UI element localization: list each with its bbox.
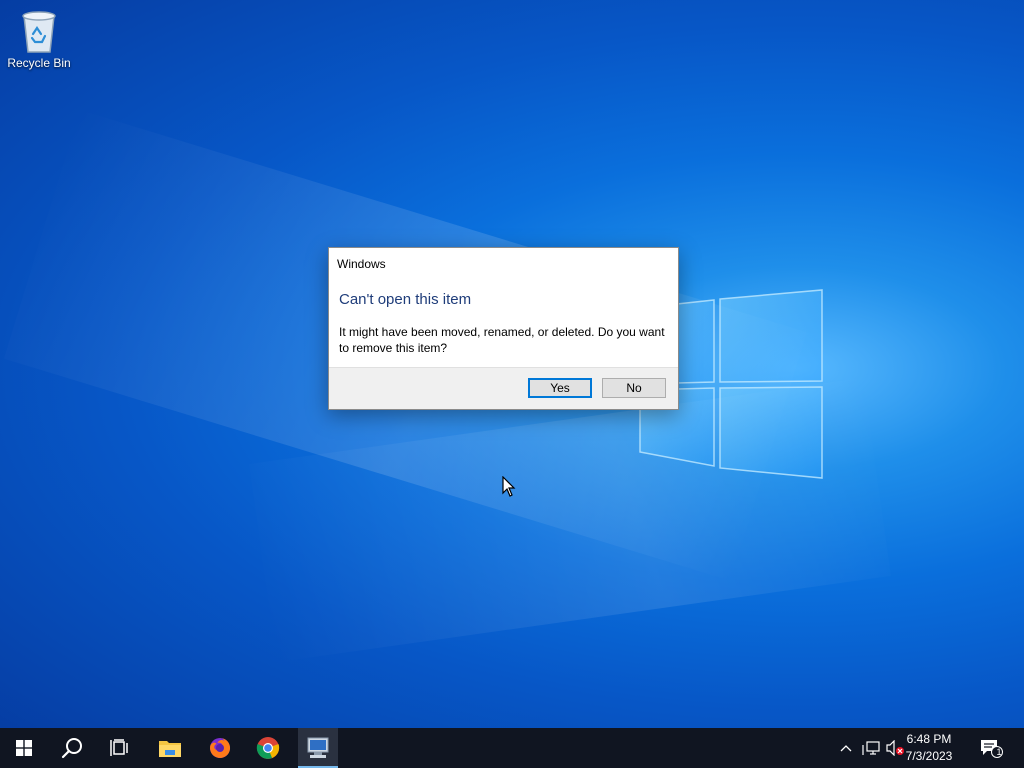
taskbar: 6:48 PM 7/3/2023 1	[0, 728, 1024, 768]
remote-desktop-icon	[307, 737, 329, 758]
search-button[interactable]	[48, 728, 96, 768]
desktop-icon-recycle-bin[interactable]: Recycle Bin	[4, 8, 74, 70]
no-button[interactable]: No	[602, 378, 666, 398]
firefox-icon	[210, 737, 231, 758]
dialog-message: It might have been moved, renamed, or de…	[339, 325, 665, 355]
task-view-icon	[110, 739, 128, 756]
dialog-heading: Can't open this item	[339, 291, 472, 308]
start-button[interactable]	[0, 728, 48, 768]
search-icon	[61, 738, 82, 759]
network-tray-button[interactable]	[860, 728, 882, 768]
dialog-button-bar: Yes No	[329, 367, 678, 409]
show-hidden-icons-button[interactable]	[836, 728, 856, 768]
task-view-button[interactable]	[96, 728, 144, 768]
file-explorer-icon	[159, 741, 181, 757]
notification-count-badge: 1	[996, 747, 1002, 757]
action-center-button[interactable]: 1	[974, 728, 1008, 768]
taskbar-app-firefox[interactable]	[196, 728, 244, 768]
error-dialog: Windows Can't open this item It might ha…	[328, 247, 679, 410]
taskbar-app-remote-desktop[interactable]	[298, 728, 338, 768]
taskbar-clock[interactable]: 6:48 PM 7/3/2023	[894, 731, 964, 765]
recycle-bin-icon	[22, 11, 56, 53]
clock-date: 7/3/2023	[905, 749, 953, 763]
network-icon	[862, 741, 880, 755]
chevron-up-icon	[840, 745, 852, 752]
taskbar-app-file-explorer[interactable]	[146, 728, 194, 768]
chrome-icon	[256, 737, 280, 759]
start-icon	[16, 740, 32, 756]
yes-button[interactable]: Yes	[528, 378, 592, 398]
dialog-title: Windows	[337, 257, 386, 271]
desktop-icon-label: Recycle Bin	[7, 56, 71, 70]
mouse-cursor-icon	[502, 476, 516, 497]
taskbar-app-chrome[interactable]	[244, 728, 292, 768]
clock-time: 6:48 PM	[906, 732, 952, 746]
